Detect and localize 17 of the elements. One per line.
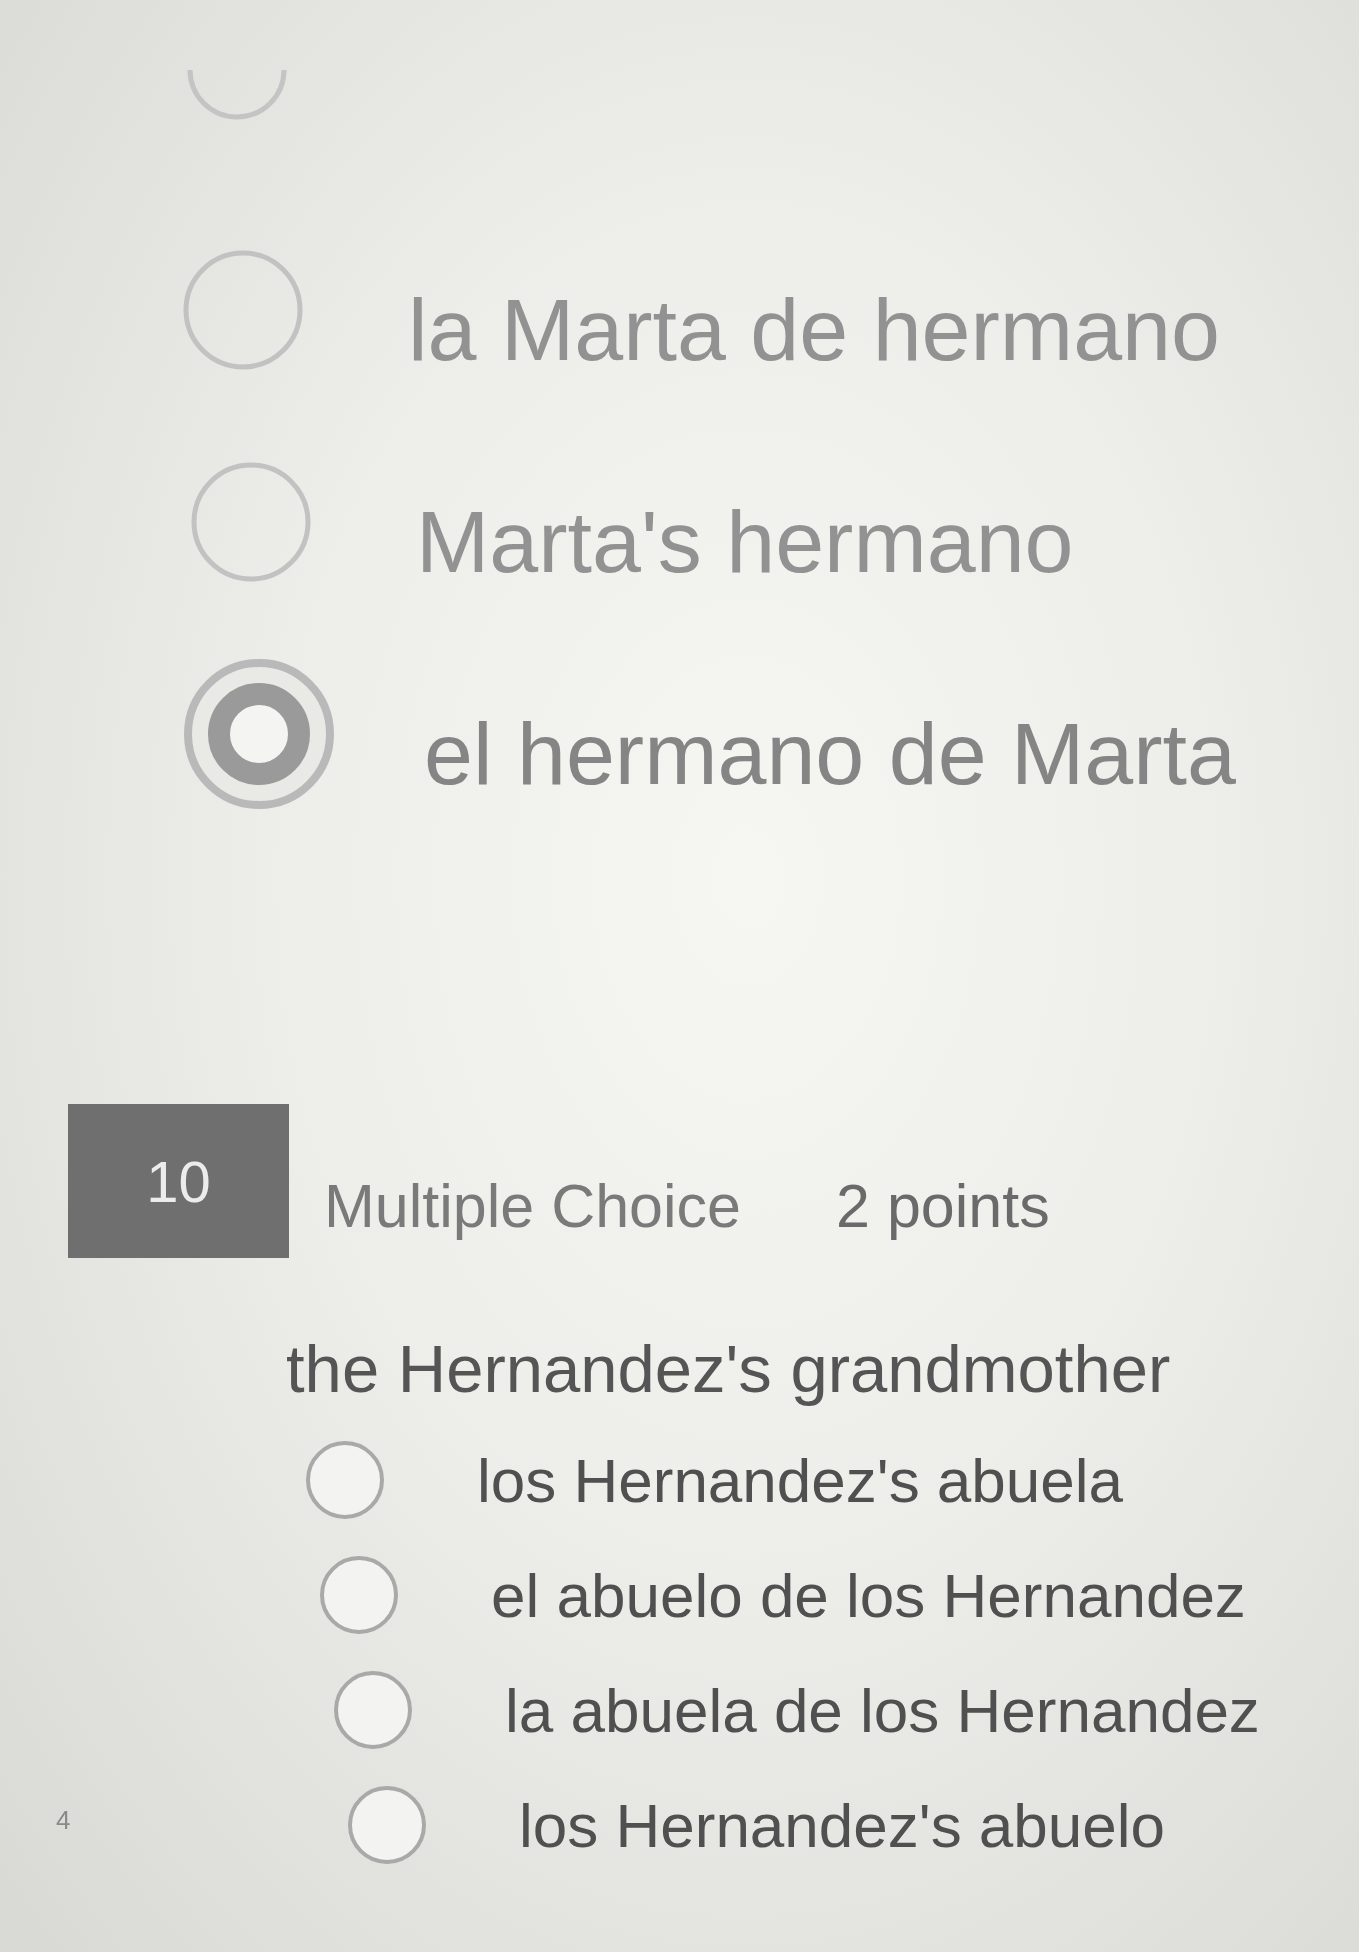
radio-button[interactable]: [183, 250, 303, 370]
option-label[interactable]: el abuelo de los Hernandez: [491, 1559, 1246, 1631]
radio-button[interactable]: [191, 462, 311, 582]
radio-button[interactable]: [333, 1670, 413, 1751]
question-number-badge: 10: [68, 1104, 289, 1258]
option-label[interactable]: el hermano de Marta: [424, 703, 1236, 805]
radio-button[interactable]: [305, 1440, 385, 1521]
margin-text: 4: [56, 1805, 71, 1837]
option-label[interactable]: los Hernandez's abuelo: [519, 1789, 1166, 1861]
radio-button[interactable]: [347, 1785, 427, 1866]
question-prompt: the Hernandez's grandmother: [286, 1330, 1171, 1408]
radio-button[interactable]: [184, 659, 334, 809]
radio-button[interactable]: [319, 1555, 399, 1636]
option-label[interactable]: la abuela de los Hernandez: [505, 1674, 1260, 1746]
question-type-label: Multiple Choice: [324, 1171, 742, 1241]
points-label: 2 points: [836, 1171, 1050, 1241]
option-label[interactable]: los Hernandez's abuela: [477, 1444, 1124, 1516]
